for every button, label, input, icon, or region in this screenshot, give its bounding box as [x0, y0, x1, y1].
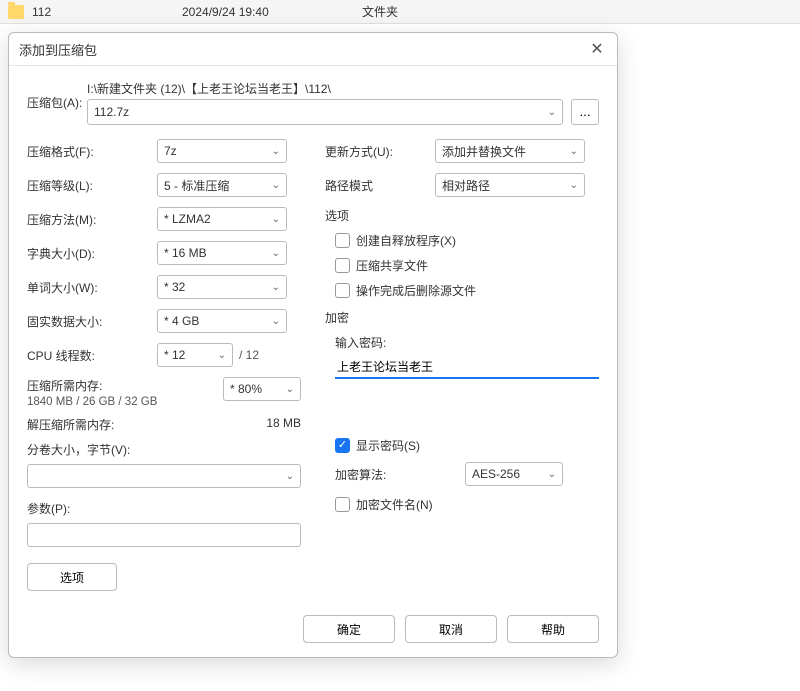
- word-select[interactable]: * 32 ⌄: [157, 275, 287, 299]
- shared-label: 压缩共享文件: [356, 257, 428, 274]
- encrypt-filenames-checkbox[interactable]: [335, 497, 350, 512]
- params-label: 参数(P):: [27, 500, 301, 517]
- dialog-titlebar: 添加到压缩包 ✕: [9, 33, 617, 66]
- chevron-down-icon: ⌄: [272, 316, 280, 327]
- options-button[interactable]: 选项: [27, 563, 117, 591]
- cancel-button[interactable]: 取消: [405, 615, 497, 643]
- chevron-down-icon: ⌄: [272, 146, 280, 157]
- file-type: 文件夹: [362, 3, 462, 20]
- show-password-label: 显示密码(S): [356, 437, 420, 454]
- right-column: 更新方式(U): 添加并替换文件 ⌄ 路径模式 相对路径 ⌄: [325, 139, 599, 591]
- chevron-down-icon: ⌄: [272, 248, 280, 259]
- chevron-down-icon: ⌄: [548, 469, 556, 480]
- delete-after-label: 操作完成后删除源文件: [356, 282, 476, 299]
- browse-button[interactable]: ...: [571, 99, 599, 125]
- sfx-checkbox[interactable]: [335, 233, 350, 248]
- chevron-down-icon: ⌄: [570, 146, 578, 157]
- solid-label: 固实数据大小:: [27, 313, 157, 330]
- format-label: 压缩格式(F):: [27, 143, 157, 160]
- close-icon[interactable]: ✕: [587, 39, 607, 59]
- left-column: 压缩格式(F): 7z ⌄ 压缩等级(L): 5 - 标准压缩 ⌄: [27, 139, 301, 591]
- file-name: 112: [32, 5, 182, 19]
- threads-label: CPU 线程数:: [27, 347, 157, 364]
- mem-percent-select[interactable]: * 80% ⌄: [223, 377, 301, 401]
- options-group-label: 选项: [325, 207, 599, 224]
- encrypt-filenames-label: 加密文件名(N): [356, 496, 433, 513]
- archive-label: 压缩包(A):: [27, 80, 87, 111]
- delete-after-checkbox[interactable]: [335, 283, 350, 298]
- folder-icon: [8, 5, 24, 19]
- chevron-down-icon: ⌄: [218, 350, 226, 361]
- path-mode-label: 路径模式: [325, 177, 435, 194]
- update-mode-select[interactable]: 添加并替换文件 ⌄: [435, 139, 585, 163]
- chevron-down-icon: ⌄: [286, 384, 294, 395]
- solid-select[interactable]: * 4 GB ⌄: [157, 309, 287, 333]
- method-select[interactable]: * LZMA2 ⌄: [157, 207, 287, 231]
- ok-button[interactable]: 确定: [303, 615, 395, 643]
- archive-name-select[interactable]: 112.7z ⌄: [87, 99, 563, 125]
- split-select[interactable]: ⌄: [27, 464, 301, 488]
- shared-checkbox[interactable]: [335, 258, 350, 273]
- format-select[interactable]: 7z ⌄: [157, 139, 287, 163]
- threads-total: / 12: [239, 348, 259, 362]
- path-mode-select[interactable]: 相对路径 ⌄: [435, 173, 585, 197]
- dialog-footer: 确定 取消 帮助: [9, 605, 617, 657]
- mem-compress-value: 1840 MB / 26 GB / 32 GB: [27, 396, 157, 408]
- help-button[interactable]: 帮助: [507, 615, 599, 643]
- dict-select[interactable]: * 16 MB ⌄: [157, 241, 287, 265]
- update-mode-label: 更新方式(U):: [325, 143, 435, 160]
- method-label: 压缩方法(M):: [27, 211, 157, 228]
- chevron-down-icon: ⌄: [272, 282, 280, 293]
- algo-label: 加密算法:: [335, 466, 465, 483]
- mem-decompress-value: 18 MB: [266, 416, 301, 430]
- mem-decompress-label: 解压缩所需内存:: [27, 416, 114, 433]
- encrypt-group-label: 加密: [325, 309, 599, 326]
- archive-name-value: 112.7z: [94, 105, 129, 119]
- chevron-down-icon: ⌄: [570, 180, 578, 191]
- password-input[interactable]: [335, 355, 599, 379]
- level-select[interactable]: 5 - 标准压缩 ⌄: [157, 173, 287, 197]
- file-date: 2024/9/24 19:40: [182, 5, 362, 19]
- dict-label: 字典大小(D):: [27, 245, 157, 262]
- mem-compress-label: 压缩所需内存:: [27, 377, 157, 394]
- chevron-down-icon: ⌄: [272, 180, 280, 191]
- threads-select[interactable]: * 12 ⌄: [157, 343, 233, 367]
- chevron-down-icon: ⌄: [272, 214, 280, 225]
- dialog-title: 添加到压缩包: [19, 40, 97, 59]
- password-label: 输入密码:: [335, 334, 599, 351]
- sfx-label: 创建自释放程序(X): [356, 232, 456, 249]
- add-to-archive-dialog: 添加到压缩包 ✕ 压缩包(A): I:\新建文件夹 (12)\【上老王论坛当老王…: [8, 32, 618, 658]
- params-input[interactable]: [27, 523, 301, 547]
- chevron-down-icon: ⌄: [286, 471, 294, 482]
- level-label: 压缩等级(L):: [27, 177, 157, 194]
- show-password-checkbox[interactable]: [335, 438, 350, 453]
- word-label: 单词大小(W):: [27, 279, 157, 296]
- archive-path: I:\新建文件夹 (12)\【上老王论坛当老王】\112\: [87, 80, 599, 97]
- algo-select[interactable]: AES-256 ⌄: [465, 462, 563, 486]
- split-label: 分卷大小，字节(V):: [27, 441, 301, 458]
- file-list-row[interactable]: 112 2024/9/24 19:40 文件夹: [0, 0, 800, 24]
- chevron-down-icon: ⌄: [548, 107, 556, 118]
